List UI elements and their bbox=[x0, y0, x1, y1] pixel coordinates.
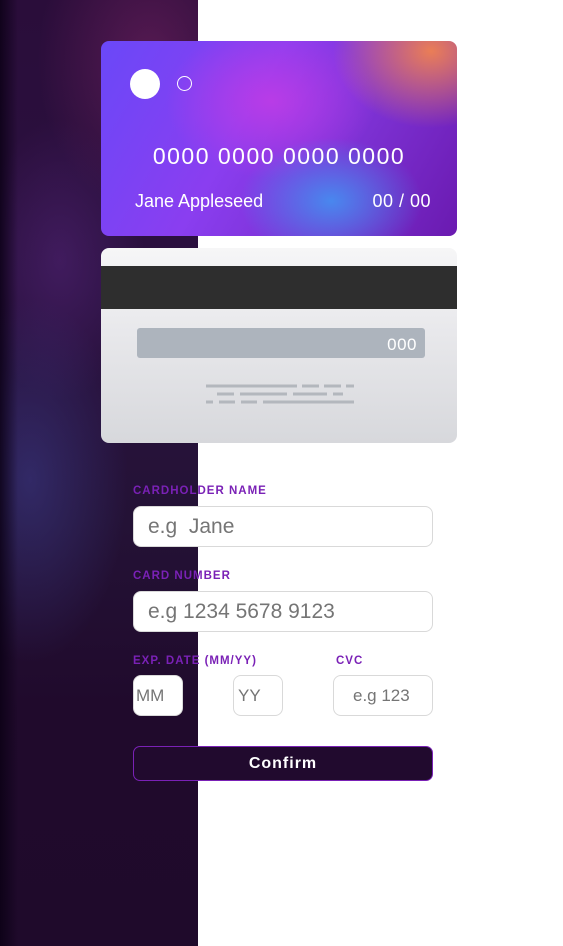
signature-strip: 000 bbox=[137, 328, 425, 358]
card-logo-outline-circle-icon bbox=[177, 76, 192, 91]
card-number-display: 0000 0000 0000 0000 bbox=[152, 143, 406, 169]
expiry-year-input[interactable] bbox=[233, 675, 283, 716]
confirm-button[interactable]: Confirm bbox=[133, 746, 433, 781]
cvc-input[interactable] bbox=[333, 675, 433, 716]
cardholder-name-display: Jane Appleseed bbox=[135, 191, 264, 211]
cvc-label: CVC bbox=[336, 655, 364, 667]
card-number-label: CARD NUMBER bbox=[133, 570, 231, 582]
card-number-input[interactable] bbox=[133, 591, 433, 632]
card-cvc-display: 000 bbox=[387, 335, 417, 354]
expiry-date-label: EXP. DATE (MM/YY) bbox=[133, 655, 257, 667]
card-expiry-display: 00 / 00 bbox=[372, 191, 431, 211]
card-logo-filled-circle-icon bbox=[130, 69, 160, 99]
magnetic-stripe bbox=[101, 266, 457, 309]
card-fine-print-decoration bbox=[206, 384, 354, 404]
card-back: 000 bbox=[101, 248, 457, 443]
card-front: 0000 0000 0000 0000 Jane Appleseed 00 / … bbox=[101, 41, 457, 236]
expiry-month-input[interactable] bbox=[133, 675, 183, 716]
cardholder-name-label: CARDHOLDER NAME bbox=[133, 485, 267, 497]
cardholder-name-input[interactable] bbox=[133, 506, 433, 547]
